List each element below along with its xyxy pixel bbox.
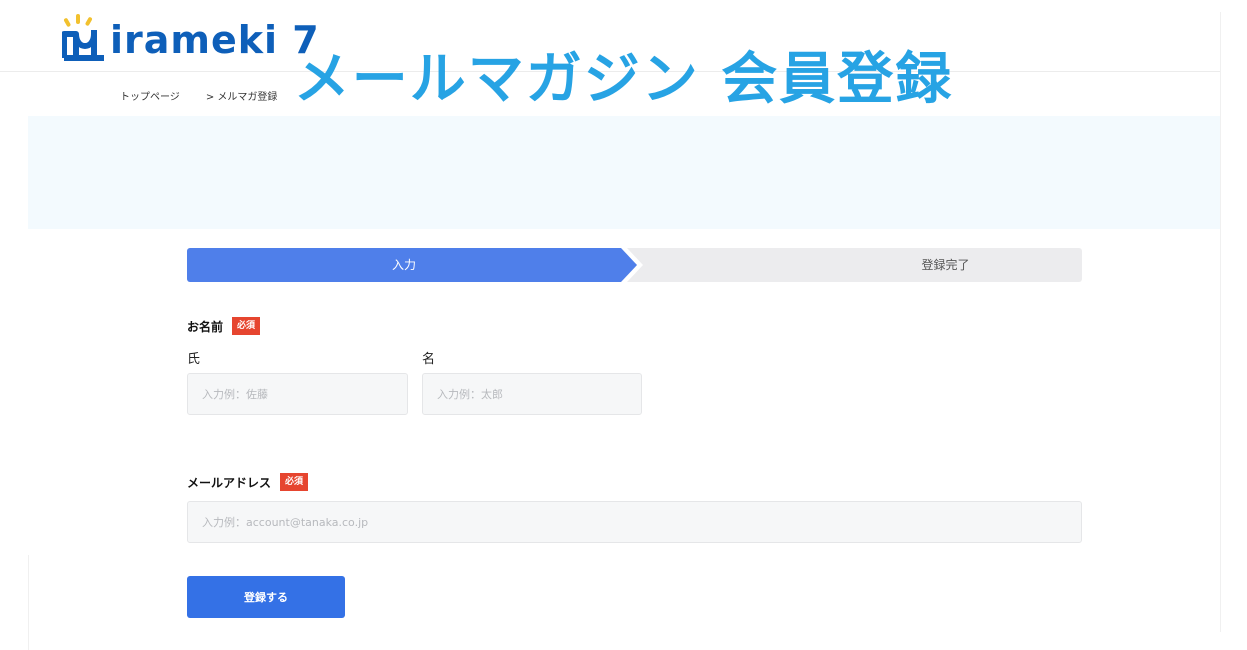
name-field-label: お名前 必須 [187,317,261,335]
step-input-label: 入力 [391,258,416,272]
email-input[interactable] [187,501,1082,543]
last-name-label: 氏 [187,352,201,367]
hero-banner [28,116,1220,229]
step-indicator: 登録完了 入力 [187,248,1082,282]
register-button[interactable]: 登録する [187,576,345,618]
required-badge: 必須 [280,473,309,491]
step-input: 入力 [187,248,637,282]
first-name-label: 名 [422,352,436,367]
page-title: メールマガジン 会員登録 [293,47,954,112]
email-field-label: メールアドレス 必須 [187,473,309,491]
last-name-input[interactable] [187,373,408,415]
first-name-input[interactable] [422,373,642,415]
required-badge: 必須 [232,317,261,335]
step-complete-label: 登録完了 [921,258,970,272]
email-label-text: メールアドレス [187,475,272,490]
page-border-left [28,555,29,650]
name-label-text: お名前 [187,319,224,334]
